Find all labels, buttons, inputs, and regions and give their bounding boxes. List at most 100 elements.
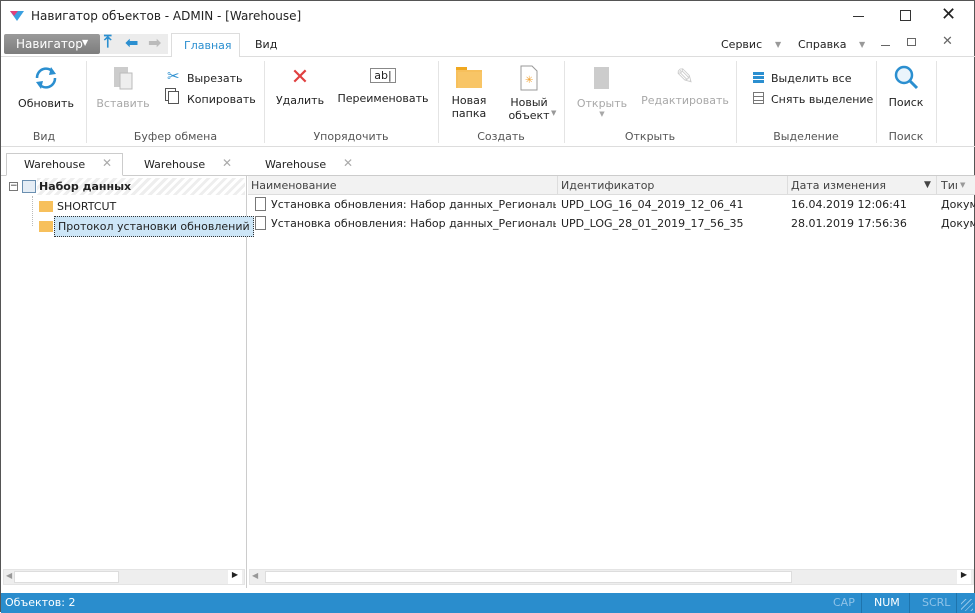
back-arrow-icon[interactable]: ⬅ — [125, 33, 138, 52]
cell-name: Установка обновления: Набор данных_Регио… — [271, 217, 556, 230]
list-horizontal-scrollbar[interactable]: ◀ ▶ — [249, 569, 974, 585]
new-folder-button[interactable]: Новая папка — [445, 65, 493, 120]
new-folder-label-2: папка — [451, 107, 487, 120]
cut-button[interactable]: Вырезать — [187, 72, 242, 85]
new-folder-label-1: Новая — [451, 94, 487, 107]
select-all-button[interactable]: Выделить все — [771, 72, 851, 85]
file-icon — [255, 197, 266, 211]
open-button: Открыть ▼ — [571, 65, 633, 118]
cell-type: Докум — [941, 198, 975, 211]
dataset-icon — [22, 180, 36, 193]
tree-item-shortcut[interactable]: SHORTCUT — [57, 200, 116, 213]
rename-button[interactable]: ab| Переименовать — [337, 65, 429, 105]
paste-button: Вставить — [93, 65, 153, 110]
cell-name: Установка обновления: Набор данных_Регио… — [271, 198, 556, 211]
close-tab-icon[interactable]: ✕ — [343, 156, 353, 170]
column-id[interactable]: Идентификатор — [561, 179, 654, 192]
select-all-icon — [753, 72, 764, 84]
delete-icon: ✕ — [290, 65, 310, 90]
window-title: Навигатор объектов - ADMIN - [Warehouse] — [31, 9, 302, 23]
chevron-down-icon: ▼ — [775, 40, 782, 49]
copy-button[interactable]: Копировать — [187, 93, 256, 106]
folder-icon — [39, 201, 53, 212]
deselect-icon — [753, 92, 764, 104]
collapse-icon[interactable]: − — [9, 182, 18, 191]
group-label: Буфер обмена — [133, 130, 218, 143]
group-label: Поиск — [888, 130, 924, 143]
app-logo-icon — [10, 11, 24, 21]
scroll-left-icon[interactable]: ◀ — [252, 571, 258, 580]
maximize-button[interactable] — [900, 10, 911, 21]
resize-grip-icon[interactable] — [961, 599, 973, 611]
rename-icon: ab| — [370, 68, 396, 83]
tree-root-label: Набор данных — [39, 180, 132, 193]
group-label: Выделение — [773, 130, 839, 143]
pencil-icon: ✎ — [675, 65, 695, 90]
new-object-label-1: Новый — [510, 96, 548, 109]
navigator-label: Навигатор — [16, 37, 83, 51]
close-tab-icon[interactable]: ✕ — [102, 156, 112, 170]
list-header: Наименование Идентификатор Дата изменени… — [248, 176, 975, 195]
tab-label: Warehouse — [24, 158, 86, 171]
table-row[interactable]: Установка обновления: Набор данных_Регио… — [249, 214, 975, 233]
filter-icon[interactable]: ▼ — [924, 180, 931, 190]
scroll-left-icon[interactable]: ◀ — [6, 571, 12, 580]
folder-icon — [39, 221, 53, 232]
service-menu[interactable]: Сервис — [721, 38, 762, 51]
cell-id: UPD_LOG_28_01_2019_17_56_35 — [561, 217, 744, 230]
cell-type: Докум — [941, 217, 975, 230]
cell-id: UPD_LOG_16_04_2019_12_06_41 — [561, 198, 744, 211]
group-label: Открыть — [624, 130, 676, 143]
close-tab-icon[interactable]: ✕ — [222, 156, 232, 170]
search-button[interactable]: Поиск — [883, 63, 929, 109]
object-count: Объектов: 2 — [5, 596, 76, 609]
group-label: Упорядочить — [313, 130, 389, 143]
edit-button: ✎ Редактировать — [641, 65, 729, 107]
scroll-right-icon[interactable]: ▶ — [228, 570, 242, 584]
table-row[interactable]: Установка обновления: Набор данных_Регио… — [249, 195, 975, 214]
ribbon-close-icon[interactable]: ✕ — [942, 34, 953, 49]
delete-button[interactable]: ✕ Удалить — [273, 65, 327, 107]
group-label: Вид — [32, 130, 56, 143]
status-bar: Объектов: 2 CAP NUM SCRL — [1, 593, 975, 613]
doc-tab-1[interactable]: Warehouse ✕ — [6, 153, 123, 176]
tree-root[interactable]: Набор данных — [37, 178, 245, 195]
column-type[interactable]: Тип — [941, 179, 957, 192]
tab-label: Главная — [184, 39, 232, 52]
forward-arrow-icon[interactable]: ➡ — [148, 33, 161, 52]
open-icon — [594, 67, 609, 89]
tab-home[interactable]: Главная — [171, 33, 240, 57]
tree-item-update-log[interactable]: Протокол установки обновлений — [54, 216, 254, 237]
tab-view[interactable]: Вид — [255, 38, 277, 51]
column-name[interactable]: Наименование — [251, 179, 336, 192]
ribbon-restore-icon[interactable] — [907, 38, 916, 46]
minimize-button[interactable] — [853, 16, 864, 17]
tree-pane: − Набор данных SHORTCUT Протокол установ… — [1, 176, 254, 588]
scissors-icon: ✂ — [167, 67, 180, 85]
tab-label: Warehouse — [144, 158, 206, 171]
scrollbar-thumb[interactable] — [265, 571, 792, 583]
scroll-right-icon[interactable]: ▶ — [957, 570, 971, 584]
paste-label: Вставить — [96, 97, 150, 110]
ribbon-minimize-icon[interactable] — [881, 45, 890, 46]
chevron-down-icon: ▼ — [551, 109, 557, 117]
cap-indicator: CAP — [833, 596, 855, 609]
tree-horizontal-scrollbar[interactable]: ◀ ▶ — [3, 569, 245, 585]
up-arrow-icon[interactable]: ⤒ — [104, 32, 112, 52]
close-button[interactable]: ✕ — [941, 4, 956, 25]
search-icon — [894, 65, 919, 90]
folder-icon — [456, 67, 482, 88]
scrollbar-thumb[interactable] — [14, 571, 119, 583]
file-icon — [255, 216, 266, 230]
chevron-down-icon: ▼ — [599, 110, 605, 118]
refresh-button[interactable]: Обновить — [13, 63, 79, 110]
navigator-button[interactable]: Навигатор ▼ — [4, 34, 100, 54]
column-date[interactable]: Дата изменения — [791, 179, 886, 192]
new-object-button[interactable]: ✳ Новый объект — [501, 65, 557, 122]
help-menu[interactable]: Справка — [798, 38, 846, 51]
edit-label: Редактировать — [641, 94, 729, 107]
doc-tab-2[interactable]: Warehouse ✕ — [127, 153, 244, 175]
chevron-down-icon: ▼ — [960, 181, 966, 189]
deselect-button[interactable]: Снять выделение — [771, 93, 873, 106]
doc-tab-3[interactable]: Warehouse ✕ — [248, 153, 365, 175]
